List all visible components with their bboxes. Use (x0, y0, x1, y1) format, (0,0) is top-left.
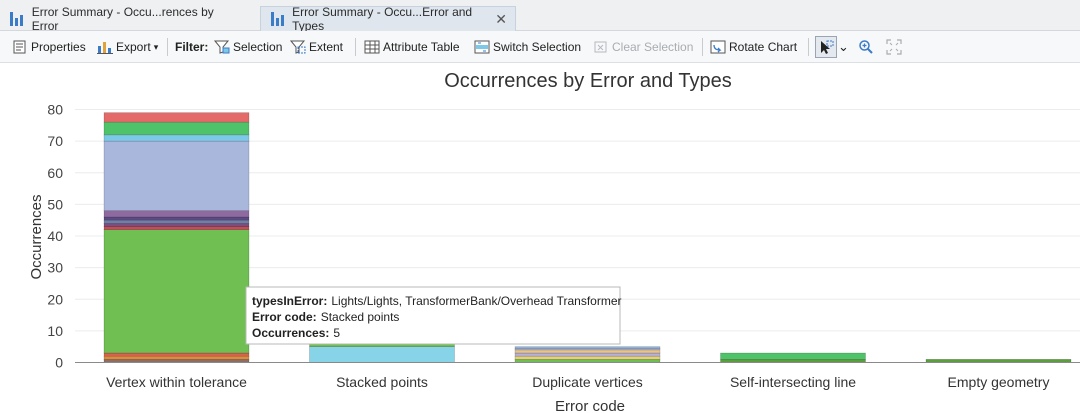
rotate-chart-label: Rotate Chart (729, 40, 798, 54)
bar-segment[interactable] (720, 352, 866, 360)
zoom-in-button[interactable] (858, 37, 874, 57)
x-axis-ticks: Vertex within tolerance Stacked points Dup… (106, 374, 1049, 390)
x-tick-label: Vertex within tolerance (106, 374, 247, 390)
bar-segment[interactable] (103, 112, 250, 123)
rotate-chart-icon (710, 40, 726, 54)
tab-occurrences-by-error-and-types[interactable]: Error Summary - Occu...Error and Types ✕ (260, 5, 516, 33)
attribute-table-label: Attribute Table (383, 40, 460, 54)
bar-chart-icon (10, 11, 27, 26)
chevron-down-icon: ▾ (153, 41, 159, 52)
stacked-bar-chart: Occurrences by Error and Types 0 10 20 30 40… (28, 70, 1080, 413)
export-label: Export (116, 40, 151, 54)
select-tool-button[interactable] (815, 36, 837, 58)
x-tick-label: Empty geometry (948, 374, 1050, 390)
document-tab-bar: Error Summary - Occu...rences by Error E… (0, 0, 1080, 33)
rotate-chart-button[interactable]: Rotate Chart (710, 37, 797, 57)
chart-title: Occurrences by Error and Types (444, 70, 732, 92)
bar-segment[interactable] (103, 140, 250, 211)
x-tick-label: Stacked points (336, 374, 428, 390)
bar-segment[interactable] (309, 346, 455, 363)
bar-segment[interactable] (103, 352, 250, 357)
clear-selection-label: Clear Selection (612, 40, 694, 54)
bar-segment[interactable] (103, 216, 250, 221)
filter-selection-label: Selection (233, 40, 283, 54)
properties-button[interactable]: Properties (12, 37, 86, 57)
chevron-down-icon: ⌄ (838, 39, 849, 54)
tooltip-value: 5 (333, 326, 340, 340)
tooltip-key: typesInError: (252, 294, 327, 308)
tooltip-line-occurrences: Occurrences: 5 (252, 326, 340, 340)
bar-segment[interactable] (103, 219, 250, 224)
full-extent-button[interactable] (886, 37, 902, 57)
export-chart-icon (97, 42, 113, 54)
x-axis-label: Error code (555, 398, 625, 413)
y-tick-label: 70 (47, 133, 63, 149)
bar-segment[interactable] (103, 223, 250, 227)
bar-segment[interactable] (514, 346, 661, 349)
filter-extent-label: Extent (309, 40, 344, 54)
bar-segment[interactable] (103, 355, 250, 360)
table-icon (364, 40, 380, 54)
filter-extent-icon (290, 40, 306, 54)
switch-selection-button[interactable]: Switch Selection (474, 37, 581, 57)
tooltip-line-types: typesInError: Lights/Lights, TransformerB… (252, 294, 622, 308)
bar-segment[interactable] (103, 210, 250, 218)
close-icon[interactable]: ✕ (495, 11, 507, 28)
chart-toolbar: Properties Export ▾ Filter: Selection Ex… (0, 31, 1080, 63)
bar-segment[interactable] (103, 134, 250, 142)
x-tick-label: Self-intersecting line (730, 374, 856, 390)
export-button[interactable]: Export ▾ (97, 37, 158, 57)
y-axis-label: Occurrences (28, 194, 45, 279)
x-tick-label: Duplicate vertices (532, 374, 643, 390)
clear-selection-button[interactable]: Clear Selection (593, 37, 693, 57)
tooltip-key: Error code: (252, 310, 317, 324)
bar-segment[interactable] (514, 352, 661, 357)
toolbar-divider (702, 38, 703, 56)
y-tick-label: 80 (47, 102, 63, 118)
data-tooltip: typesInError: Lights/Lights, TransformerB… (245, 286, 622, 345)
switch-selection-label: Switch Selection (493, 40, 582, 54)
zoom-in-icon (859, 40, 873, 54)
tab-occurrences-by-error[interactable]: Error Summary - Occu...rences by Error (0, 4, 248, 33)
tab-label: Error Summary - Occu...Error and Types (292, 5, 473, 33)
toolbar-divider (355, 38, 356, 56)
toolbar-divider (808, 38, 809, 56)
y-tick-label: 60 (47, 165, 63, 181)
toolbar-divider (167, 38, 168, 56)
bar-segment[interactable] (514, 355, 661, 360)
bar-segment[interactable] (103, 229, 250, 354)
bar-segment[interactable] (103, 226, 250, 230)
bar-chart-icon (271, 12, 287, 26)
filter-selection-icon (214, 40, 230, 54)
tab-label: Error Summary - Occu...rences by Error (31, 4, 214, 33)
y-axis-ticks: 0 10 20 30 40 50 60 70 80 (47, 102, 63, 371)
tooltip-value: Lights/Lights, TransformerBank/Overhead … (331, 294, 621, 308)
properties-icon (13, 40, 26, 54)
tooltip-line-error-code: Error code: Stacked points (252, 310, 399, 324)
filter-extent-button[interactable]: Extent (290, 37, 343, 57)
bar-segment[interactable] (103, 121, 250, 136)
attribute-table-button[interactable]: Attribute Table (364, 37, 460, 57)
select-tool-dropdown[interactable]: ⌄ (838, 37, 849, 57)
tooltip-key: Occurrences: (252, 326, 329, 340)
y-tick-label: 30 (47, 260, 63, 276)
switch-selection-icon (474, 40, 490, 54)
bar-segment[interactable] (514, 349, 661, 354)
y-tick-label: 40 (47, 228, 63, 244)
y-tick-label: 20 (47, 291, 63, 307)
filter-selection-button[interactable]: Selection (214, 37, 282, 57)
full-extent-icon (886, 39, 902, 55)
y-tick-label: 0 (55, 355, 63, 371)
properties-label: Properties (31, 40, 86, 54)
tooltip-value: Stacked points (321, 310, 400, 324)
clear-selection-icon (594, 41, 607, 53)
y-tick-label: 10 (47, 323, 63, 339)
filter-label: Filter: (175, 40, 209, 54)
y-tick-label: 50 (47, 196, 63, 212)
select-arrow-icon (821, 40, 834, 54)
